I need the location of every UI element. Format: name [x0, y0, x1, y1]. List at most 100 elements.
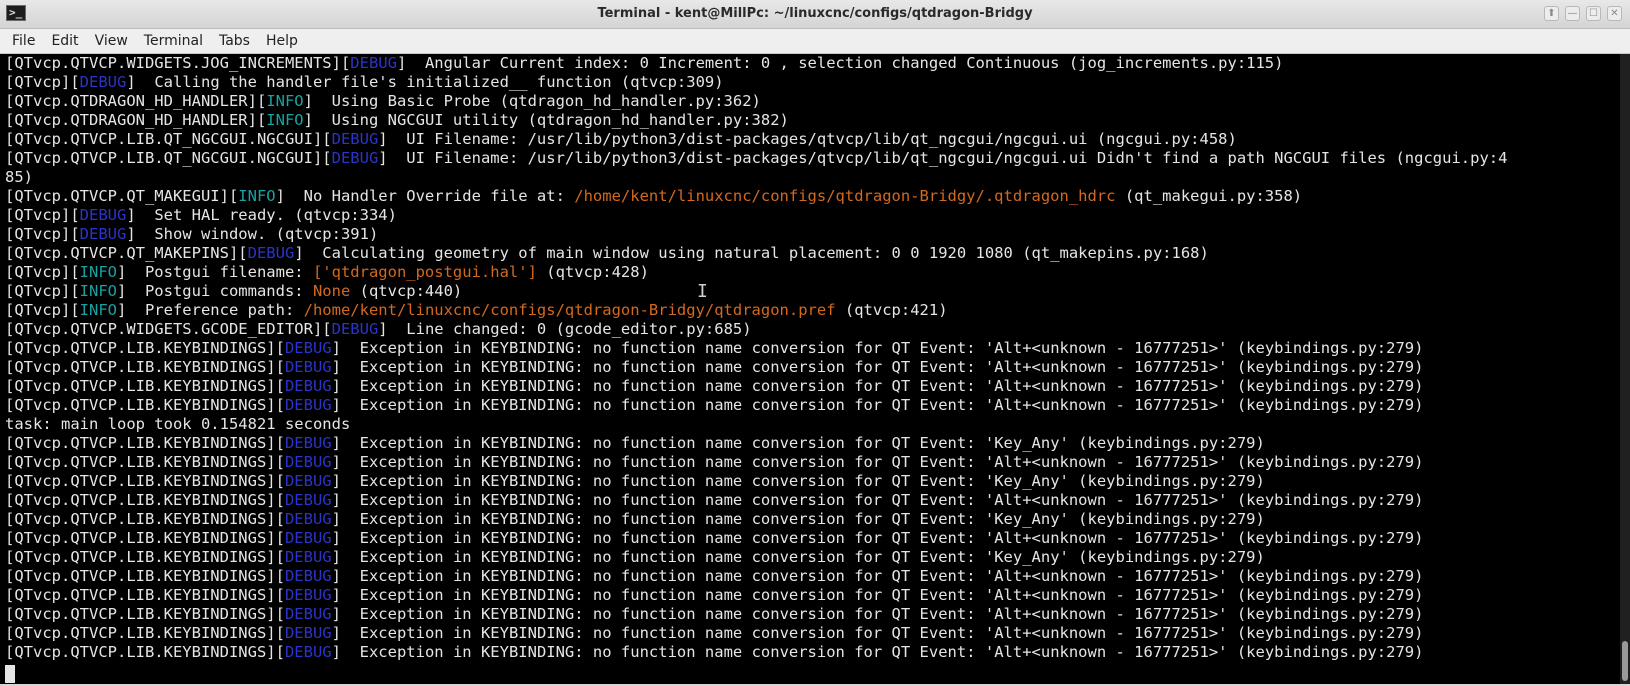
menu-tabs[interactable]: Tabs	[211, 33, 258, 49]
menu-bar: File Edit View Terminal Tabs Help	[0, 29, 1630, 54]
log-text: ] Calling the handler file's initialized…	[126, 73, 724, 91]
log-text: ] Exception in KEYBINDING: no function n…	[331, 377, 1424, 395]
log-text: [QTvcp.QTVCP.LIB.KEYBINDINGS][	[5, 624, 285, 642]
log-text: [QTvcp.QTVCP.LIB.KEYBINDINGS][	[5, 510, 285, 528]
terminal-line: [QTvcp.QTVCP.LIB.KEYBINDINGS][DEBUG] Exc…	[5, 472, 1507, 491]
log-level-debug: DEBUG	[331, 130, 379, 148]
log-text: ] Postgui commands:	[116, 282, 313, 300]
log-text: (qtvcp:440)	[350, 282, 463, 300]
log-text: [QTvcp][	[5, 282, 80, 300]
window-titlebar[interactable]: >_ Terminal - kent@MillPc: ~/linuxcnc/co…	[0, 0, 1630, 29]
scrollbar-thumb[interactable]	[1622, 641, 1628, 681]
log-text: [QTvcp.QTVCP.QT_MAKEPINS][	[5, 244, 248, 262]
terminal-line: [QTvcp.QTDRAGON_HD_HANDLER][INFO] Using …	[5, 92, 1507, 111]
menu-file[interactable]: File	[4, 33, 43, 49]
log-text: [QTvcp.QTVCP.LIB.KEYBINDINGS][	[5, 396, 285, 414]
log-level-debug: DEBUG	[331, 149, 379, 167]
log-text: ] No Handler Override file at:	[275, 187, 575, 205]
log-text: ] Exception in KEYBINDING: no function n…	[331, 491, 1424, 509]
shade-up-icon[interactable]: ⬆	[1544, 6, 1559, 21]
terminal-line: [QTvcp.QTVCP.LIB.KEYBINDINGS][DEBUG] Exc…	[5, 396, 1507, 415]
log-text: [QTvcp.QTVCP.LIB.KEYBINDINGS][	[5, 339, 285, 357]
log-text: [QTvcp.QTDRAGON_HD_HANDLER][	[5, 92, 267, 110]
terminal-line: [QTvcp][INFO] Postgui filename: ['qtdrag…	[5, 263, 1507, 282]
log-level-debug: DEBUG	[247, 244, 295, 262]
log-level-info: INFO	[79, 282, 117, 300]
log-text: ] Angular Current index: 0 Increment: 0 …	[396, 54, 1284, 72]
minimize-icon[interactable]: —	[1565, 6, 1580, 21]
log-level-debug: DEBUG	[79, 206, 127, 224]
log-text: [QTvcp.QTVCP.LIB.KEYBINDINGS][	[5, 643, 285, 661]
log-level-info: INFO	[79, 263, 117, 281]
log-level-debug: DEBUG	[79, 73, 127, 91]
log-text: ] Exception in KEYBINDING: no function n…	[331, 358, 1424, 376]
log-text: [QTvcp.QTVCP.LIB.KEYBINDINGS][	[5, 453, 285, 471]
log-level-info: INFO	[238, 187, 276, 205]
log-level-debug: DEBUG	[284, 586, 332, 604]
terminal-output[interactable]: [QTvcp.QTVCP.WIDGETS.JOG_INCREMENTS][DEB…	[0, 54, 1620, 684]
log-level-debug: DEBUG	[284, 548, 332, 566]
terminal-line: [QTvcp.QTVCP.LIB.KEYBINDINGS][DEBUG] Exc…	[5, 377, 1507, 396]
log-level-info: INFO	[266, 92, 304, 110]
menu-view[interactable]: View	[87, 33, 136, 49]
close-icon[interactable]: ✕	[1607, 6, 1622, 21]
log-text: task: main loop took 0.154821 seconds	[5, 415, 351, 433]
log-level-info: INFO	[266, 111, 304, 129]
log-level-debug: DEBUG	[284, 624, 332, 642]
terminal-scrollbar[interactable]	[1620, 54, 1630, 684]
log-level-debug: DEBUG	[284, 396, 332, 414]
log-text: ] Exception in KEYBINDING: no function n…	[331, 586, 1424, 604]
terminal-line: [QTvcp][DEBUG] Set HAL ready. (qtvcp:334…	[5, 206, 1507, 225]
log-text: ] Exception in KEYBINDING: no function n…	[331, 529, 1424, 547]
menu-terminal[interactable]: Terminal	[136, 33, 211, 49]
log-text: ] Exception in KEYBINDING: no function n…	[331, 453, 1424, 471]
terminal-line: [QTvcp.QTVCP.LIB.KEYBINDINGS][DEBUG] Exc…	[5, 586, 1507, 605]
menu-help[interactable]: Help	[258, 33, 306, 49]
log-text: ] Calculating geometry of main window us…	[294, 244, 1209, 262]
log-text: ] Show window. (qtvcp:391)	[126, 225, 379, 243]
terminal-line: [QTvcp.QTDRAGON_HD_HANDLER][INFO] Using …	[5, 111, 1507, 130]
log-text: ] Exception in KEYBINDING: no function n…	[331, 339, 1424, 357]
log-text: [QTvcp.QTVCP.LIB.KEYBINDINGS][	[5, 358, 285, 376]
log-text: [QTvcp.QTDRAGON_HD_HANDLER][	[5, 111, 267, 129]
menu-edit[interactable]: Edit	[43, 33, 86, 49]
terminal-cursor	[5, 665, 15, 683]
terminal-line: task: main loop took 0.154821 seconds	[5, 415, 1507, 434]
log-level-debug: DEBUG	[350, 54, 397, 72]
maximize-icon[interactable]: ☐	[1586, 6, 1601, 21]
terminal-line: [QTvcp.QTVCP.LIB.KEYBINDINGS][DEBUG] Exc…	[5, 643, 1507, 662]
log-text: [QTvcp.QTVCP.LIB.KEYBINDINGS][	[5, 529, 285, 547]
log-text: [QTvcp][	[5, 225, 80, 243]
log-level-debug: DEBUG	[284, 567, 332, 585]
log-text: [QTvcp][	[5, 263, 80, 281]
log-level-debug: DEBUG	[284, 377, 332, 395]
log-value: None	[312, 282, 351, 300]
log-text: (qtvcp:421)	[835, 301, 948, 319]
log-text: ] UI Filename: /usr/lib/python3/dist-pac…	[378, 149, 1508, 167]
log-text: ] Exception in KEYBINDING: no function n…	[331, 605, 1424, 623]
log-text: ] Exception in KEYBINDING: no function n…	[331, 567, 1424, 585]
terminal-line: [QTvcp.QTVCP.WIDGETS.JOG_INCREMENTS][DEB…	[5, 54, 1507, 73]
terminal-line: [QTvcp.QTVCP.LIB.KEYBINDINGS][DEBUG] Exc…	[5, 567, 1507, 586]
text-cursor-icon: I	[697, 281, 708, 302]
log-text: ] Postgui filename:	[116, 263, 313, 281]
terminal-line: [QTvcp.QTVCP.LIB.QT_NGCGUI.NGCGUI][DEBUG…	[5, 149, 1507, 168]
log-text: [QTvcp.QTVCP.LIB.KEYBINDINGS][	[5, 567, 285, 585]
log-level-debug: DEBUG	[284, 472, 332, 490]
log-value: /home/kent/linuxcnc/configs/qtdragon-Bri…	[574, 187, 1116, 205]
log-text: [QTvcp.QTVCP.LIB.KEYBINDINGS][	[5, 548, 285, 566]
log-level-debug: DEBUG	[79, 225, 127, 243]
log-text: [QTvcp.QTVCP.WIDGETS.JOG_INCREMENTS][	[5, 54, 351, 72]
log-level-debug: DEBUG	[284, 643, 332, 661]
terminal-line: [QTvcp.QTVCP.LIB.KEYBINDINGS][DEBUG] Exc…	[5, 529, 1507, 548]
log-level-debug: DEBUG	[284, 491, 332, 509]
log-text: [QTvcp.QTVCP.QT_MAKEGUI][	[5, 187, 239, 205]
log-text: ] Exception in KEYBINDING: no function n…	[331, 434, 1265, 452]
log-value: /home/kent/linuxcnc/configs/qtdragon-Bri…	[303, 301, 836, 319]
log-level-info: INFO	[79, 301, 117, 319]
log-text: ] Line changed: 0 (gcode_editor.py:685)	[378, 320, 752, 338]
log-level-debug: DEBUG	[284, 529, 332, 547]
log-text: [QTvcp.QTVCP.LIB.KEYBINDINGS][	[5, 377, 285, 395]
log-level-debug: DEBUG	[284, 358, 332, 376]
log-text: [QTvcp.QTVCP.LIB.QT_NGCGUI.NGCGUI][	[5, 149, 332, 167]
